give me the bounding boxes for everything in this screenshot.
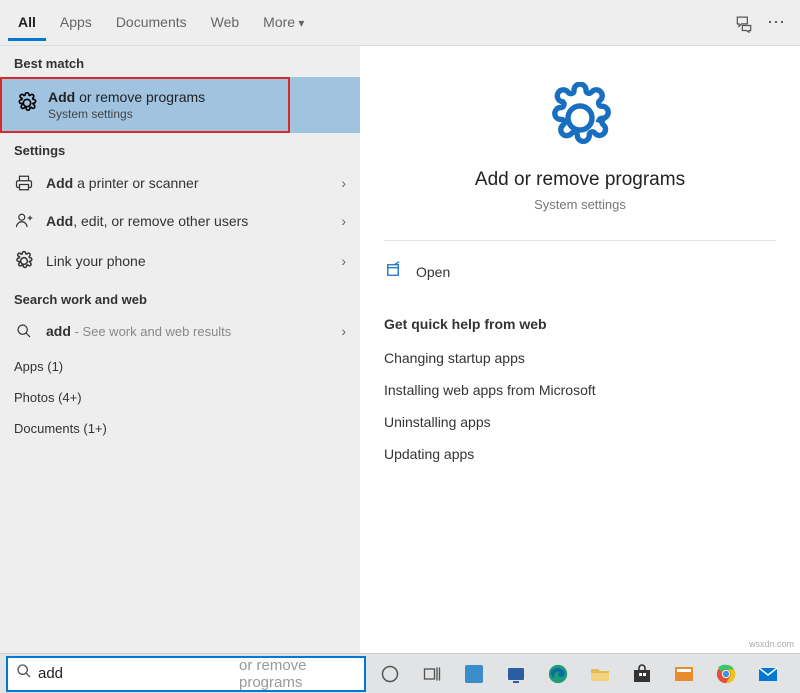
search-web-label: Search work and web bbox=[0, 282, 360, 313]
search-icon bbox=[16, 663, 32, 684]
help-link[interactable]: Installing web apps from Microsoft bbox=[384, 374, 776, 406]
search-icon bbox=[14, 323, 34, 339]
result-text: Add, edit, or remove other users bbox=[46, 213, 329, 229]
preview-title: Add or remove programs bbox=[384, 169, 776, 191]
mail-icon[interactable] bbox=[750, 656, 786, 692]
documents-group-label[interactable]: Documents (1+) bbox=[0, 411, 360, 442]
results-panel: Best match Add or remove programs System… bbox=[0, 46, 360, 653]
chevron-right-icon: › bbox=[341, 323, 346, 339]
search-ghost-text: or remove programs bbox=[239, 657, 356, 691]
preview-sub: System settings bbox=[384, 197, 776, 212]
open-label: Open bbox=[416, 264, 450, 280]
search-header: All Apps Documents Web More ⋯ bbox=[0, 0, 800, 46]
help-link[interactable]: Updating apps bbox=[384, 438, 776, 470]
result-text: Add a printer or scanner bbox=[46, 175, 329, 191]
taskbar: or remove programs bbox=[0, 653, 800, 693]
best-match-expand[interactable] bbox=[290, 77, 360, 133]
result-add-printer[interactable]: Add a printer or scanner › bbox=[0, 164, 360, 202]
result-search-web[interactable]: add - See work and web results › bbox=[0, 313, 360, 349]
search-input[interactable] bbox=[38, 665, 237, 682]
result-text: Link your phone bbox=[46, 253, 329, 269]
task-view-icon[interactable] bbox=[414, 656, 450, 692]
file-explorer-icon[interactable] bbox=[582, 656, 618, 692]
tab-more[interactable]: More bbox=[253, 4, 314, 41]
gear-icon bbox=[14, 250, 34, 272]
feedback-icon[interactable] bbox=[728, 7, 760, 39]
app-icon-3[interactable] bbox=[666, 656, 702, 692]
help-title: Get quick help from web bbox=[384, 316, 776, 332]
result-link-phone[interactable]: Link your phone › bbox=[0, 240, 360, 282]
chevron-right-icon: › bbox=[341, 253, 346, 269]
photos-group-label[interactable]: Photos (4+) bbox=[0, 380, 360, 411]
edge-icon[interactable] bbox=[540, 656, 576, 692]
apps-group-label[interactable]: Apps (1) bbox=[0, 349, 360, 380]
watermark: wsxdn.com bbox=[749, 639, 794, 649]
gear-icon bbox=[384, 82, 776, 159]
best-match-title: Add or remove programs bbox=[48, 89, 205, 105]
result-text: add - See work and web results bbox=[46, 323, 329, 339]
settings-label: Settings bbox=[0, 133, 360, 164]
tab-all[interactable]: All bbox=[8, 4, 46, 41]
person-add-icon bbox=[14, 212, 34, 230]
chevron-right-icon: › bbox=[341, 213, 346, 229]
help-link[interactable]: Changing startup apps bbox=[384, 342, 776, 374]
preview-panel: Add or remove programs System settings O… bbox=[360, 46, 800, 653]
chevron-right-icon: › bbox=[341, 175, 346, 191]
best-match-sub: System settings bbox=[48, 107, 205, 121]
tab-documents[interactable]: Documents bbox=[106, 4, 197, 41]
open-icon bbox=[384, 261, 402, 282]
result-add-users[interactable]: Add, edit, or remove other users › bbox=[0, 202, 360, 240]
best-match-label: Best match bbox=[0, 46, 360, 77]
more-options-icon[interactable]: ⋯ bbox=[760, 7, 792, 39]
chrome-icon[interactable] bbox=[708, 656, 744, 692]
help-link[interactable]: Uninstalling apps bbox=[384, 406, 776, 438]
filter-tabs: All Apps Documents Web More bbox=[8, 4, 314, 41]
app-icon-1[interactable] bbox=[456, 656, 492, 692]
taskbar-search[interactable]: or remove programs bbox=[6, 656, 366, 692]
open-action[interactable]: Open bbox=[384, 253, 776, 290]
app-icon-2[interactable] bbox=[498, 656, 534, 692]
store-icon[interactable] bbox=[624, 656, 660, 692]
tab-apps[interactable]: Apps bbox=[50, 4, 102, 41]
printer-icon bbox=[14, 174, 34, 192]
best-match-result[interactable]: Add or remove programs System settings bbox=[0, 77, 290, 133]
gear-icon bbox=[16, 92, 38, 119]
cortana-icon[interactable] bbox=[372, 656, 408, 692]
tab-web[interactable]: Web bbox=[201, 4, 250, 41]
